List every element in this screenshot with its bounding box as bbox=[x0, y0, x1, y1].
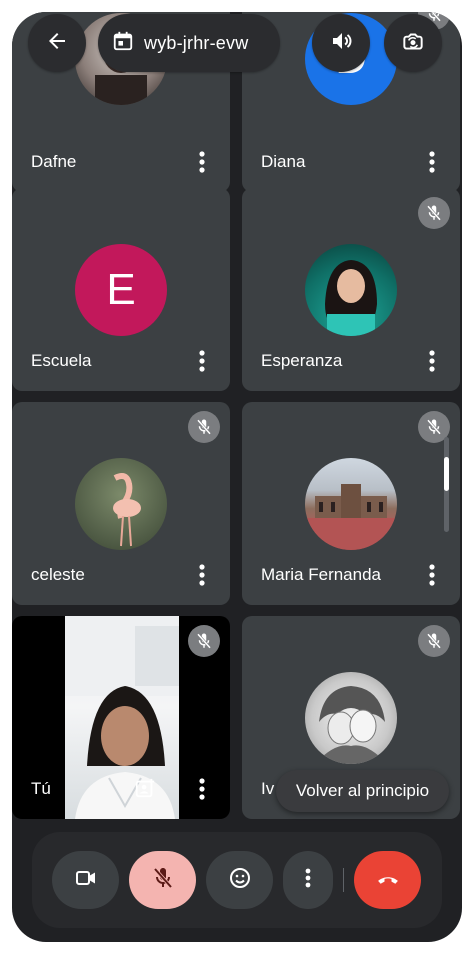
back-to-top-button[interactable]: Volver al principio bbox=[276, 770, 449, 812]
more-vertical-icon[interactable] bbox=[420, 561, 444, 589]
audio-output-button[interactable] bbox=[312, 14, 370, 72]
avatar-celeste bbox=[75, 457, 167, 550]
participant-tile-maria-fernanda[interactable]: Maria Fernanda bbox=[242, 402, 460, 605]
speaker-icon bbox=[329, 29, 353, 58]
participant-tile-esperanza[interactable]: Esperanza bbox=[242, 188, 460, 391]
leave-call-button[interactable] bbox=[354, 851, 421, 909]
mic-off-icon bbox=[418, 625, 450, 657]
microphone-toggle-button[interactable] bbox=[129, 851, 196, 909]
more-vertical-icon[interactable] bbox=[190, 561, 214, 589]
reactions-button[interactable] bbox=[206, 851, 273, 909]
avatar-iv bbox=[305, 671, 397, 764]
participant-name: Maria Fernanda bbox=[261, 565, 382, 584]
scrollbar-thumb[interactable] bbox=[444, 457, 449, 491]
hangup-icon bbox=[374, 864, 402, 897]
emoji-icon bbox=[228, 866, 252, 895]
participant-name: Iv bbox=[261, 779, 275, 798]
meet-screen: Dafne D Diana E Escuela bbox=[12, 12, 462, 942]
avatar-esperanza bbox=[305, 243, 397, 336]
participant-name: Escuela bbox=[31, 351, 92, 370]
participant-tile-self[interactable]: Tú bbox=[12, 616, 230, 819]
switch-camera-button[interactable] bbox=[384, 14, 442, 72]
scrollbar[interactable] bbox=[444, 437, 449, 532]
more-options-button[interactable] bbox=[283, 851, 333, 909]
video-camera-icon bbox=[74, 866, 98, 895]
more-vertical-icon bbox=[305, 868, 311, 893]
avatar-initial: E bbox=[106, 264, 136, 314]
back-button[interactable] bbox=[28, 14, 86, 72]
meeting-code: wyb-jrhr-evw bbox=[144, 32, 249, 53]
participant-name: Esperanza bbox=[261, 351, 343, 370]
participant-name: Dafne bbox=[31, 152, 77, 171]
participant-name: celeste bbox=[31, 565, 85, 584]
more-vertical-icon[interactable] bbox=[190, 775, 214, 803]
photo-frame-icon[interactable] bbox=[132, 775, 158, 801]
mic-off-icon bbox=[188, 625, 220, 657]
meeting-code-chip[interactable]: wyb-jrhr-evw bbox=[98, 14, 280, 72]
arrow-left-icon bbox=[45, 29, 69, 58]
participant-name: Diana bbox=[261, 152, 306, 171]
more-vertical-icon[interactable] bbox=[190, 148, 214, 176]
more-vertical-icon[interactable] bbox=[190, 347, 214, 375]
avatar-maria-fernanda bbox=[305, 457, 397, 550]
switch-camera-icon bbox=[400, 28, 426, 59]
more-vertical-icon[interactable] bbox=[420, 347, 444, 375]
call-controls-bar bbox=[32, 832, 442, 928]
more-vertical-icon[interactable] bbox=[420, 148, 444, 176]
calendar-icon bbox=[112, 30, 134, 57]
participant-tile-celeste[interactable]: celeste bbox=[12, 402, 230, 605]
avatar-escuela: E bbox=[75, 243, 167, 336]
self-video-feed bbox=[65, 616, 179, 819]
camera-toggle-button[interactable] bbox=[52, 851, 119, 909]
participant-name: Tú bbox=[31, 779, 51, 798]
participant-tile-escuela[interactable]: E Escuela bbox=[12, 188, 230, 391]
mic-off-icon bbox=[151, 866, 175, 895]
divider bbox=[343, 868, 344, 892]
mic-off-icon bbox=[418, 197, 450, 229]
mic-off-icon bbox=[188, 411, 220, 443]
